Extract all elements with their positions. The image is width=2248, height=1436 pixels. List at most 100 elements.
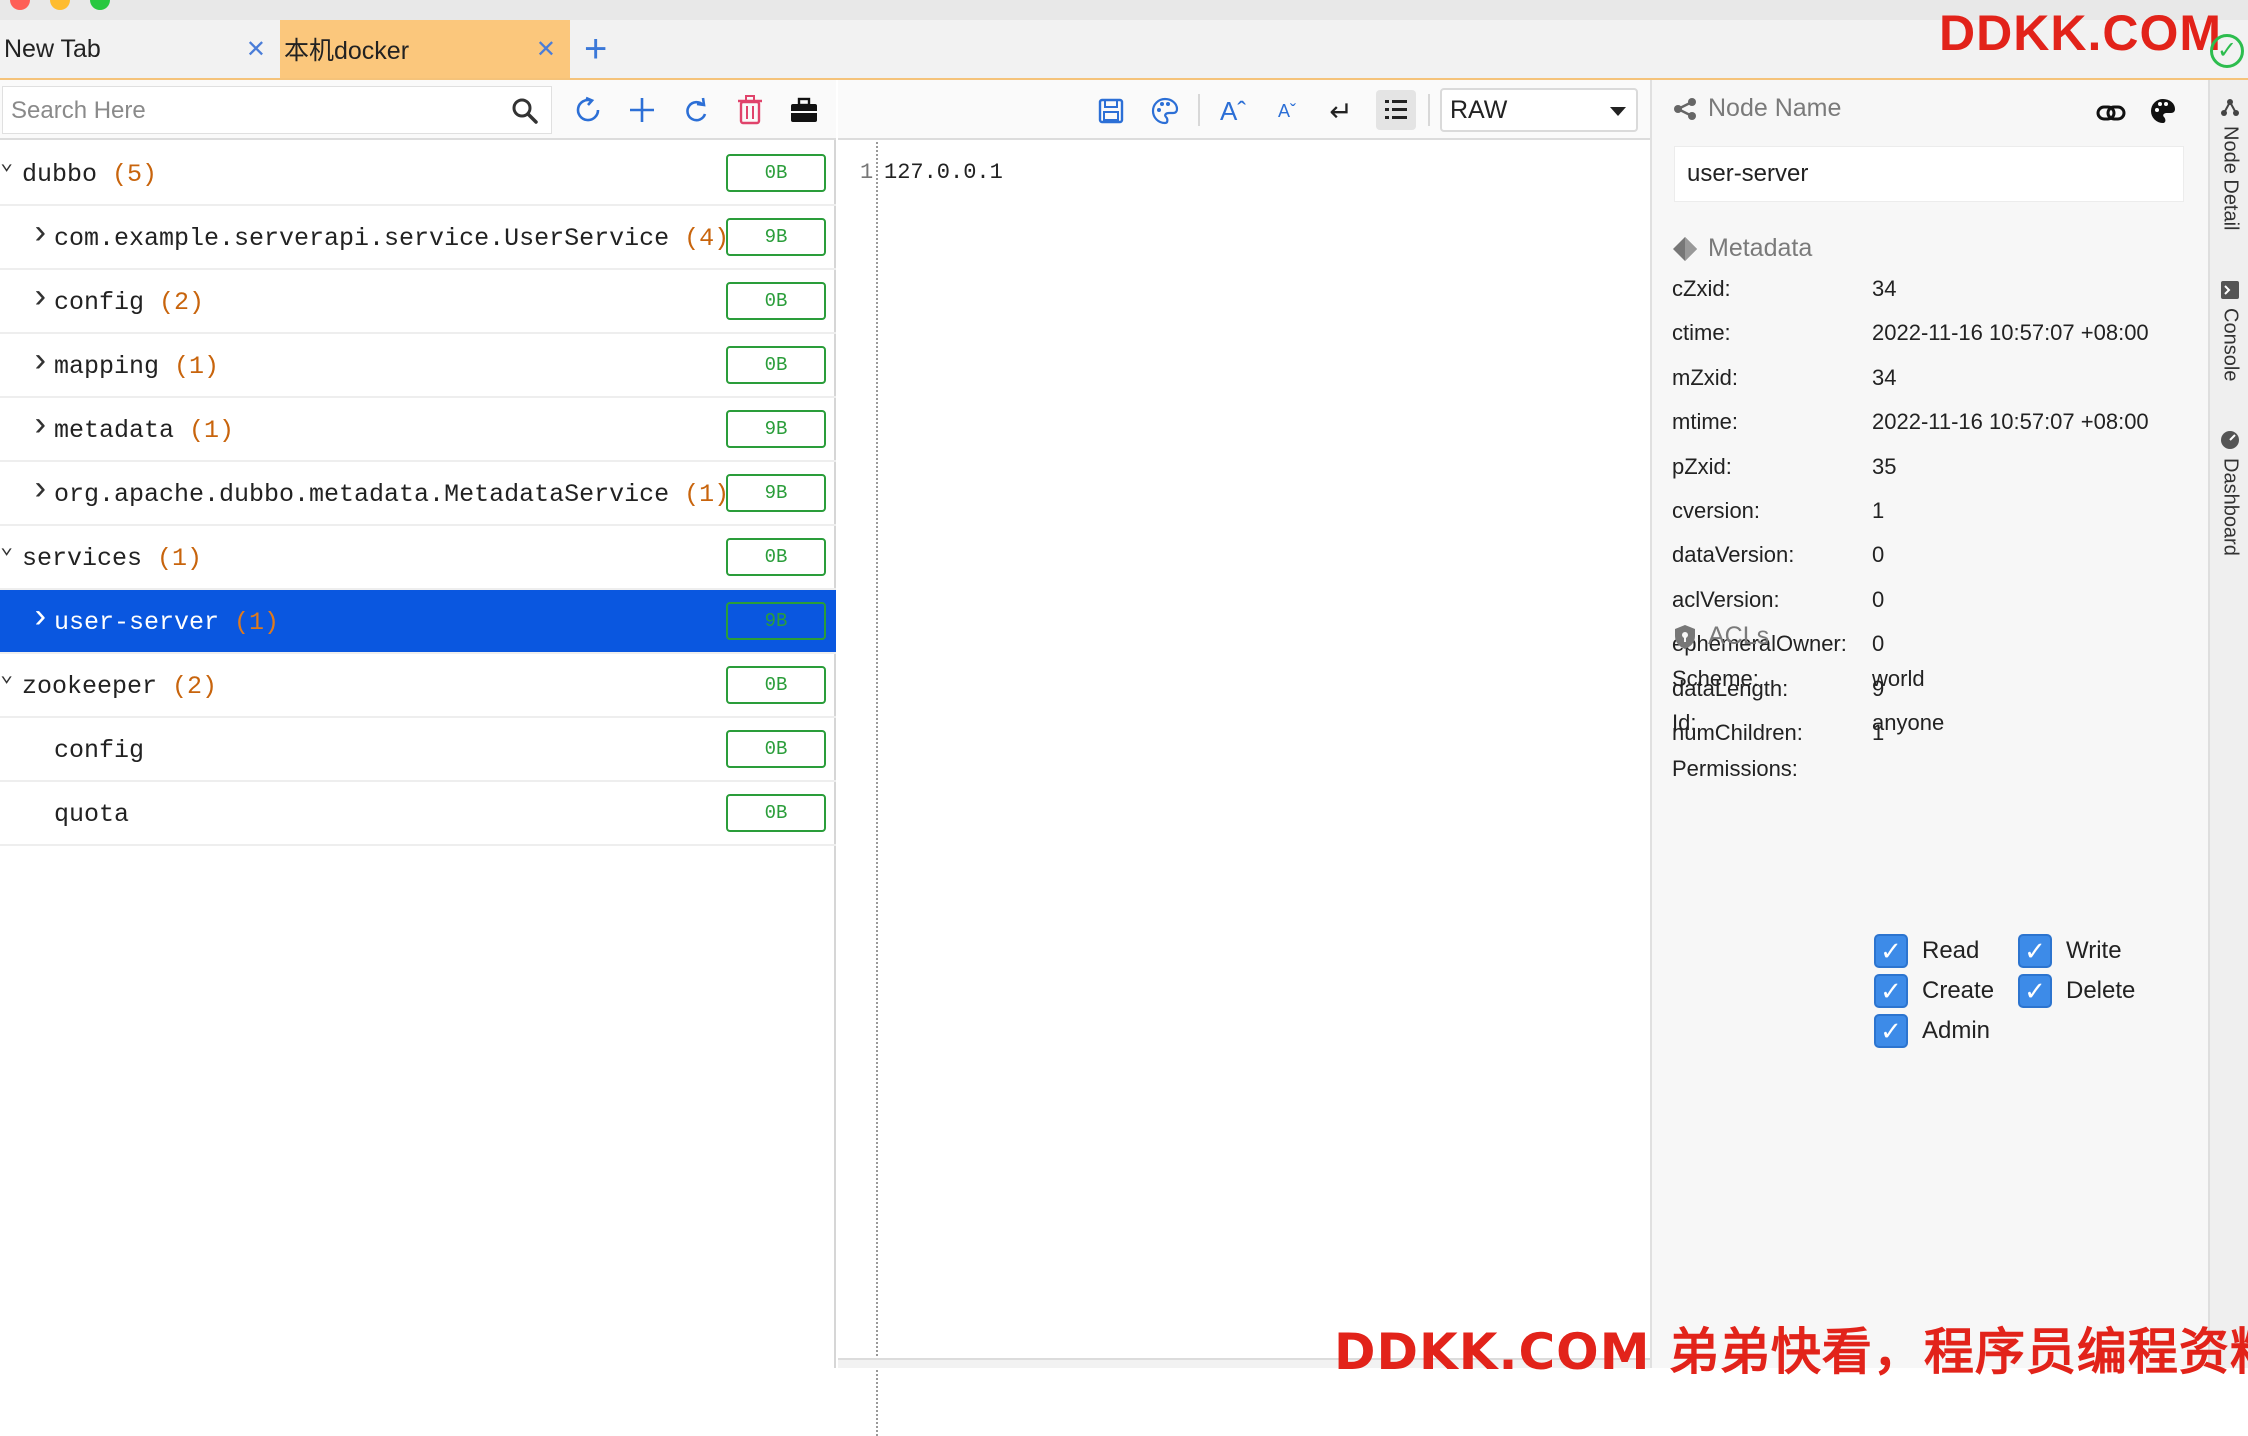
tree-node-child-count: (2) [159,288,205,317]
tree-row[interactable]: › user-server (1) 9B [0,590,836,654]
save-icon[interactable] [1094,94,1128,128]
redo-icon[interactable] [680,94,712,126]
tree-row[interactable]: › com.example.serverapi.service.UserServi… [0,206,836,270]
metadata-key: mtime: [1672,409,1738,435]
tree-node-name: dubbo [22,160,98,189]
size-badge: 0B [726,282,826,320]
font-decrease-icon[interactable]: Aˇ [1270,94,1304,128]
chevron-right-icon[interactable]: › [30,472,50,510]
chevron-down-icon[interactable]: ⌄ [0,662,13,688]
permission-label: Read [1922,937,1980,964]
tree-node-child-count: (1) [234,608,280,637]
add-tab-button[interactable]: + [584,26,607,72]
node-tree-panel: ⌄ dubbo (5) 0B ›com.example.serverapi.servi… [0,80,836,1368]
close-window-button[interactable] [10,0,30,10]
chevron-down-icon[interactable]: ⌄ [0,534,13,560]
side-tab-dashboard[interactable]: Dashboard [2210,430,2248,556]
size-badge: 9B [726,602,826,640]
checkbox-checked-icon[interactable]: ✓ [1874,974,1908,1008]
permission-admin-checkbox[interactable]: ✓ Admin [1874,1014,1990,1048]
size-badge: 0B [726,794,826,832]
tree-node-child-count: (1) [174,352,220,381]
tree-row[interactable]: ⌄ services (1) 0B [0,526,836,590]
tree-node-label: metadata (1) [54,416,234,445]
tree-row[interactable]: › mapping (1) 0B [0,334,836,398]
checkbox-checked-icon[interactable]: ✓ [2018,974,2052,1008]
tab-new-tab[interactable]: New Tab ✕ [0,20,280,78]
checkbox-checked-icon[interactable]: ✓ [2018,934,2052,968]
checkbox-checked-icon[interactable]: ✓ [1874,1014,1908,1048]
permission-label: Write [2066,937,2122,964]
chevron-right-icon[interactable]: › [30,600,50,638]
metadata-key: mZxid: [1672,364,1738,390]
node-name-section-header: Node Name [1672,94,1841,123]
tree-row[interactable]: ⌄ zookeeper (2) 0B [0,654,836,718]
chevron-down-icon[interactable]: ⌄ [0,150,13,176]
tree-node-child-count: (1) [157,544,203,573]
toolbox-icon[interactable] [788,94,820,126]
permission-write-checkbox[interactable]: ✓ Write [2018,934,2122,968]
tab-bar: New Tab ✕ 本机docker ✕ + DDKK.COM ✓ [0,0,2248,80]
acls-heading: ACLs [1708,622,1770,650]
metadata-key: dataVersion: [1672,542,1795,568]
side-tab-strip: Node Detail Console Dashboard [2208,80,2248,1368]
terminal-icon [2221,281,2239,299]
search-input[interactable] [11,95,491,127]
close-icon[interactable]: ✕ [246,35,266,64]
side-tab-console[interactable]: Console [2210,280,2248,381]
tab-label: New Tab [4,34,101,63]
acls-section-header: ACLs [1672,622,1769,651]
permission-label: Delete [2066,977,2136,1004]
chevron-right-icon[interactable]: › [30,344,50,382]
line-numbers-icon[interactable] [1376,90,1416,130]
link-icon[interactable] [2094,96,2128,130]
tree-row[interactable]: › metadata (1) 9B [0,398,836,462]
tree-row[interactable]: › config (2) 0B [0,270,836,334]
palette-icon[interactable] [1148,94,1182,128]
add-node-icon[interactable] [626,94,658,126]
toolbar-divider [1198,94,1200,126]
tree-node-name: zookeeper [22,672,158,701]
metadata-key: aclVersion: [1672,586,1780,612]
metadata-section-header: Metadata [1672,234,1812,263]
tree-toolbar [0,80,836,140]
refresh-icon[interactable] [572,94,604,126]
metadata-value: 0 [1872,542,1885,568]
checkbox-checked-icon[interactable]: ✓ [1874,934,1908,968]
search-icon[interactable] [511,97,539,130]
permission-delete-checkbox[interactable]: ✓ Delete [2018,974,2135,1008]
permission-read-checkbox[interactable]: ✓ Read [1874,934,1979,968]
tree-node-label: services (1) [22,544,202,573]
close-icon[interactable]: ✕ [536,35,556,64]
metadata-value: 1 [1872,498,1885,523]
tree-row[interactable]: ⌄ dubbo (5) 0B [0,142,836,206]
chevron-right-icon[interactable]: › [30,280,50,318]
window-title-strip [0,0,2248,20]
dashboard-gauge-icon [2221,431,2239,449]
format-select[interactable]: RAW [1440,88,1638,132]
tag-icon [1672,236,1698,262]
editor-content[interactable]: 127.0.0.1 [884,160,1003,185]
node-name-field[interactable]: user-server [1674,146,2184,202]
tab-local-docker[interactable]: 本机docker ✕ [280,20,570,78]
tree-node-child-count: (1) [684,480,730,509]
tree-node-child-count: (5) [112,160,158,189]
word-wrap-icon[interactable]: ↵ [1324,94,1358,128]
tree-row[interactable]: › org.apache.dubbo.metadata.MetadataServi… [0,462,836,526]
minimize-window-button[interactable] [50,0,70,10]
chevron-right-icon[interactable]: › [30,216,50,254]
font-increase-icon[interactable]: Aˆ [1216,94,1250,128]
zoom-window-button[interactable] [90,0,110,10]
tree-node-name: org.apache.dubbo.metadata.MetadataServic… [54,480,670,509]
permission-create-checkbox[interactable]: ✓ Create [1874,974,1994,1008]
palette-icon[interactable] [2146,94,2180,128]
side-tab-node-detail[interactable]: Node Detail [2210,98,2248,231]
tree-row[interactable]: config 0B [0,718,836,782]
permission-label: Admin [1922,1017,1991,1044]
metadata-value: 34 [1872,276,1897,301]
delete-icon[interactable] [734,94,766,126]
acl-permissions-label: Permissions: [1672,756,1798,781]
size-badge: 0B [726,666,826,704]
tree-row[interactable]: quota 0B [0,782,836,846]
chevron-right-icon[interactable]: › [30,408,50,446]
